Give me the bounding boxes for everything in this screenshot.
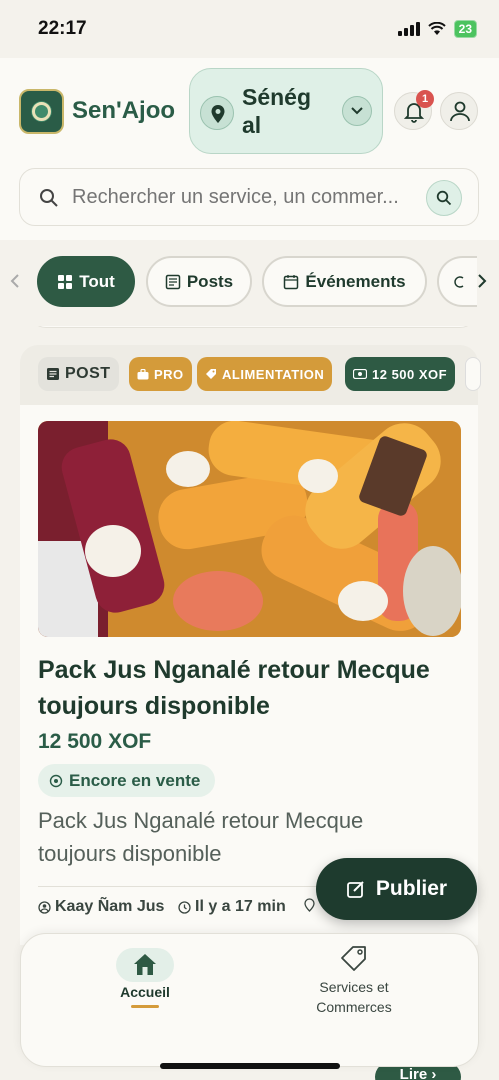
post-time: Il y a 17 min — [178, 898, 286, 916]
grid-icon — [58, 274, 73, 289]
filter-label: Tout — [79, 271, 115, 291]
battery-indicator: 23 — [453, 20, 477, 38]
post-type-tag: POST — [38, 357, 119, 391]
newspaper-icon — [47, 368, 59, 380]
filter-label: Posts — [186, 271, 234, 291]
nav-services-label[interactable]: Services et Commerces — [304, 977, 404, 1017]
location-pin-icon — [200, 96, 234, 130]
brand-name: Sen'Ajoo — [72, 97, 176, 124]
briefcase-icon — [137, 368, 149, 379]
post-author[interactable]: Kaay Ñam Jus — [38, 898, 164, 916]
publish-button[interactable]: Publier — [316, 858, 477, 920]
notification-badge: 1 — [416, 90, 434, 108]
active-tab-indicator — [131, 1005, 159, 1008]
country-selector[interactable]: Sénég al — [189, 68, 383, 154]
filter-chip-posts[interactable]: Posts — [146, 256, 252, 307]
wifi-icon — [427, 22, 446, 35]
user-icon — [450, 101, 470, 122]
edit-icon — [347, 881, 364, 898]
search-submit-button[interactable] — [426, 180, 462, 216]
pro-tag: PRO — [129, 357, 192, 391]
calendar-icon — [284, 274, 299, 289]
nav-home-button[interactable] — [116, 948, 174, 982]
tag-icon — [206, 369, 216, 379]
home-icon — [134, 954, 156, 975]
filter-label: Événements — [305, 271, 406, 291]
newspaper-icon — [165, 274, 181, 289]
availability-badge: Encore en vente — [38, 764, 215, 797]
search-icon — [436, 190, 452, 206]
money-icon — [353, 369, 367, 379]
chevron-right-icon[interactable] — [476, 273, 488, 289]
signal-icon — [397, 22, 420, 36]
chevron-down-icon — [342, 96, 372, 126]
price-tag: 12 500 XOF — [345, 357, 456, 391]
search-icon — [40, 189, 58, 207]
bottom-navigation — [20, 933, 479, 1067]
post-title[interactable]: Pack Jus Nganalé retour Mecque toujours … — [38, 652, 458, 724]
filter-chip-all[interactable]: Tout — [37, 256, 135, 307]
nav-home-label[interactable]: Accueil — [115, 984, 175, 1000]
category-tag: ALIMENTATION — [197, 357, 333, 391]
country-label: Sénég al — [242, 84, 312, 138]
juice-bottles-image — [38, 421, 461, 637]
search-bar — [19, 168, 479, 226]
post-price: 12 500 XOF — [38, 730, 152, 753]
app-logo[interactable] — [19, 89, 64, 134]
status-icons: 23 — [397, 20, 477, 38]
profile-button[interactable] — [440, 92, 478, 130]
post-location — [304, 898, 315, 912]
location-pin-icon — [304, 898, 315, 912]
post-photo[interactable] — [38, 421, 461, 637]
search-input[interactable] — [72, 186, 432, 209]
chevron-left-icon[interactable] — [9, 273, 21, 289]
home-indicator — [160, 1063, 340, 1069]
status-bar: 22:17 23 — [0, 0, 499, 58]
clock-icon — [178, 900, 191, 914]
user-icon — [38, 900, 51, 914]
tag-icon — [454, 275, 464, 288]
more-tags-indicator — [465, 357, 481, 391]
target-icon — [49, 774, 63, 787]
filter-chip-events[interactable]: Événements — [262, 256, 427, 307]
status-time: 22:17 — [38, 18, 87, 39]
price-tag-icon[interactable] — [339, 944, 369, 972]
